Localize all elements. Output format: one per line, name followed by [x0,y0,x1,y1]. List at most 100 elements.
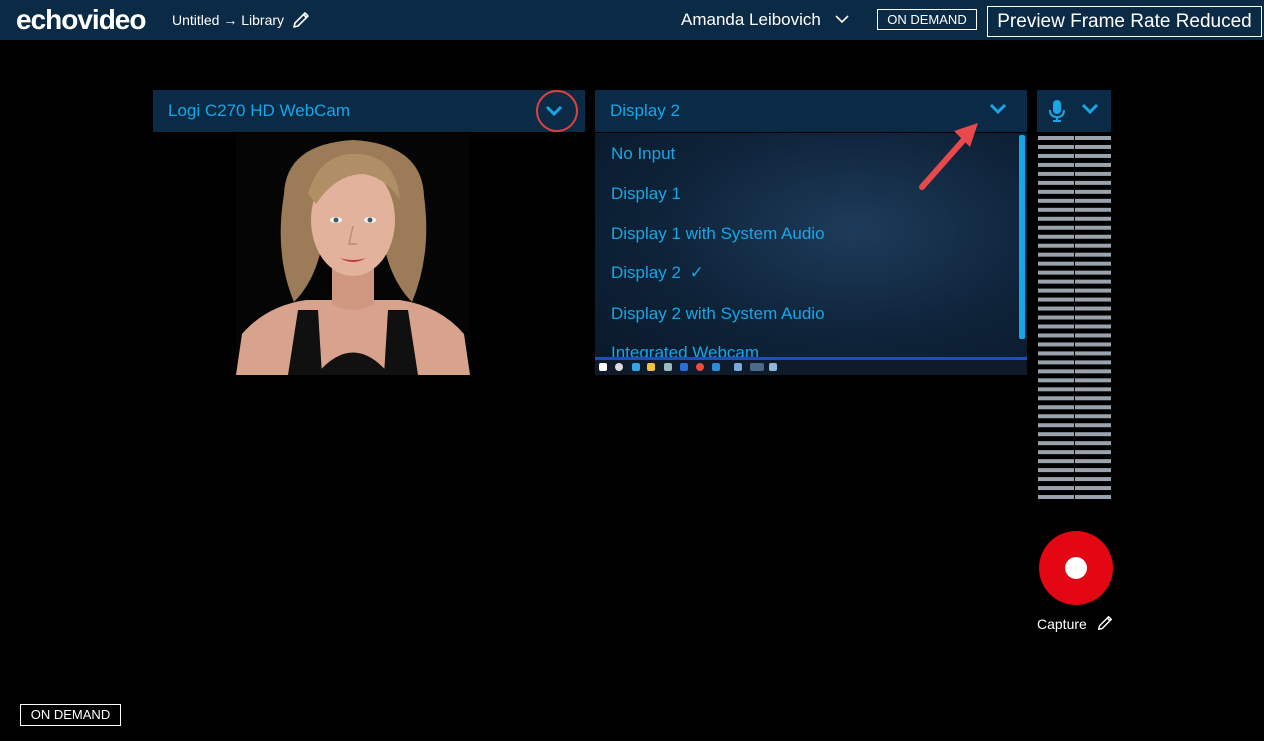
meter-segment [1075,405,1111,410]
user-menu[interactable]: Amanda Leibovich [681,10,821,30]
meter-segment [1075,441,1111,446]
meter-segment [1075,225,1111,230]
meter-segment [1075,360,1111,365]
dropdown-scrollbar[interactable] [1019,135,1025,339]
meter-segment [1075,180,1111,185]
meter-segment [1038,270,1074,275]
meter-segment [1075,306,1111,311]
chevron-down-icon[interactable] [834,12,850,26]
search-icon [615,363,623,371]
chevron-down-icon[interactable] [545,104,563,118]
chevron-down-icon[interactable] [1081,102,1099,116]
meter-segment [1038,324,1074,329]
meter-segment [1075,216,1111,221]
meter-segment [1075,342,1111,347]
pencil-icon[interactable] [291,10,311,30]
meter-segment [1075,495,1111,500]
dropdown-option-display-1-audio[interactable]: Display 1 with System Audio [611,224,825,244]
meter-segment [1038,162,1074,167]
meter-segment [1038,306,1074,311]
meter-segment [1075,477,1111,482]
app-icon [769,363,777,371]
meter-segment [1075,486,1111,491]
option-label: Display 2 with System Audio [611,304,825,323]
meter-segment [1038,342,1074,347]
annotation-arrow-icon [919,123,978,190]
camera-source-label: Logi C270 HD WebCam [168,101,351,120]
audio-source-select[interactable] [1037,90,1111,132]
meter-segment [1038,297,1074,302]
meter-segment [1038,243,1074,248]
meter-segment [1075,144,1111,149]
browser-icon [696,363,704,371]
meter-segment [1038,459,1074,464]
meter-segment [1075,378,1111,383]
meter-segment [1075,324,1111,329]
app-icon [664,363,672,371]
meter-segment [1075,198,1111,203]
meter-segment [1038,315,1074,320]
meter-segment [1038,252,1074,257]
display-source-label: Display 2 [610,101,680,120]
echovideo-logo: echovideo [16,4,146,35]
meter-segment [1038,486,1074,491]
meter-segment [1075,387,1111,392]
meter-segment [1038,369,1074,374]
meter-segment [1038,378,1074,383]
meter-segment [1038,189,1074,194]
mode-badge-bottom: ON DEMAND [20,704,121,726]
breadcrumb[interactable]: Untitled → Library [172,12,284,28]
meter-segment [1075,153,1111,158]
meter-segment [1075,261,1111,266]
meter-segment [1075,270,1111,275]
meter-segment [1075,207,1111,212]
meter-segment [1038,333,1074,338]
meter-segment [1038,495,1074,500]
dropdown-option-display-1[interactable]: Display 1 [611,184,681,204]
capture-button[interactable] [1039,531,1113,605]
mode-badge: ON DEMAND [877,9,977,30]
capture-label[interactable]: Capture [1037,616,1087,632]
meter-segment [1038,144,1074,149]
webcam-preview-image [236,134,470,375]
folder-icon [647,363,655,371]
meter-segment [1075,351,1111,356]
camera-source-select[interactable]: Logi C270 HD WebCam [153,90,585,132]
meter-segment [1075,459,1111,464]
meter-segment [1038,288,1074,293]
meter-segment [1038,432,1074,437]
meter-segment [1038,468,1074,473]
meter-segment [1038,360,1074,365]
meter-segment [1038,351,1074,356]
meter-segment [1038,477,1074,482]
option-label: Display 1 [611,184,681,203]
app-icon [734,363,742,371]
meter-segment [1075,468,1111,473]
meter-segment [1038,450,1074,455]
dropdown-option-display-2[interactable]: Display 2 ✓ [611,263,704,283]
meter-segment [1038,216,1074,221]
meter-segment [1075,279,1111,284]
meter-segment [1038,396,1074,401]
chevron-down-icon[interactable] [989,102,1007,116]
checkmark-icon: ✓ [689,263,704,282]
option-label: No Input [611,144,676,163]
meter-segment [1075,136,1111,140]
app-icon [712,363,720,371]
meter-segment [1075,243,1111,248]
meter-segment [1075,414,1111,419]
app-icon [680,363,688,371]
dropdown-option-display-2-audio[interactable]: Display 2 with System Audio [611,304,825,324]
meter-segment [1075,333,1111,338]
taskbar-thumbnail [595,357,1027,375]
dropdown-option-no-input[interactable]: No Input [611,144,675,164]
top-bar: echovideo Untitled → Library Amanda Leib… [0,0,1264,40]
webcam-preview [236,134,470,375]
meter-segment [1075,369,1111,374]
meter-segment [1038,441,1074,446]
meter-segment [1075,432,1111,437]
app-icon [750,363,764,371]
meter-segment [1075,315,1111,320]
meter-segment [1038,414,1074,419]
pencil-icon[interactable] [1096,614,1114,632]
